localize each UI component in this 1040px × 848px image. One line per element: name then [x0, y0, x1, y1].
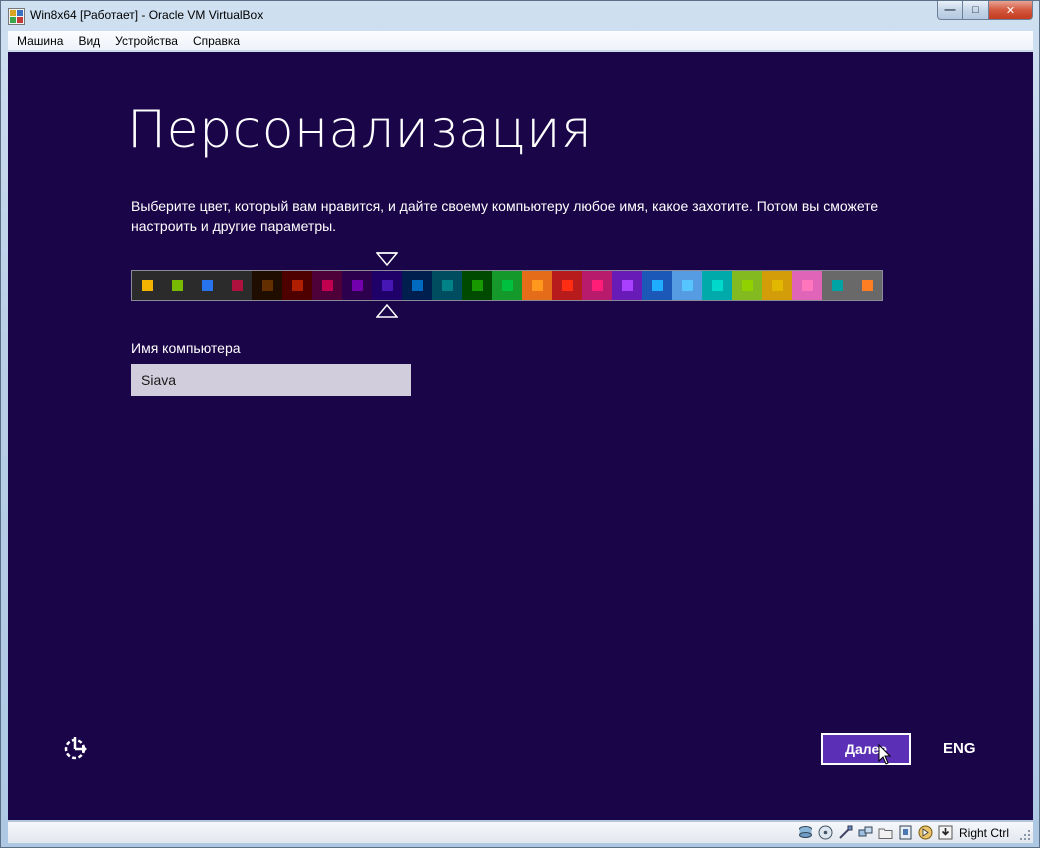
close-button[interactable]: ✕: [989, 1, 1033, 20]
color-swatch[interactable]: [132, 271, 162, 300]
color-swatch-chip: [501, 280, 513, 291]
host-key-label: Right Ctrl: [958, 825, 1009, 840]
color-swatch[interactable]: [252, 271, 282, 300]
color-swatch-chip: [531, 280, 543, 291]
next-button[interactable]: Далее: [821, 733, 911, 765]
color-swatch-chip: [651, 280, 663, 291]
shared-folder-icon[interactable]: [877, 824, 894, 841]
status-icons: Right Ctrl: [797, 824, 1009, 841]
guest-screen[interactable]: Персонализация Выберите цвет, который ва…: [8, 52, 1033, 820]
optical-drive-icon[interactable]: [817, 824, 834, 841]
color-swatch[interactable]: [582, 271, 612, 300]
color-swatch[interactable]: [222, 271, 252, 300]
color-swatch[interactable]: [702, 271, 732, 300]
setup-description: Выберите цвет, который вам нравится, и д…: [131, 198, 879, 234]
color-swatch-chip: [801, 280, 813, 291]
host-key-icon[interactable]: [937, 824, 954, 841]
color-swatch[interactable]: [462, 271, 492, 300]
maximize-button[interactable]: □: [963, 1, 989, 20]
color-swatch-chip: [201, 280, 213, 291]
computer-name-label: Имя компьютера: [131, 340, 241, 356]
color-swatch-chip: [231, 280, 243, 291]
color-swatch-chip: [411, 280, 423, 291]
ease-of-access-icon[interactable]: [62, 735, 88, 761]
color-palette: [131, 270, 883, 301]
page-title: Персонализация: [127, 100, 593, 160]
virtualbox-app-icon: [8, 8, 25, 25]
video-capture-icon[interactable]: [897, 824, 914, 841]
color-swatch[interactable]: [492, 271, 522, 300]
color-swatch[interactable]: [642, 271, 672, 300]
color-swatch[interactable]: [672, 271, 702, 300]
color-swatch-chip: [621, 280, 633, 291]
menu-view[interactable]: Вид: [71, 34, 108, 48]
color-swatch-chip: [261, 280, 273, 291]
title-bar[interactable]: Win8x64 [Работает] - Oracle VM VirtualBo…: [1, 1, 1039, 31]
color-swatch-chip: [771, 280, 783, 291]
color-swatch-chip: [441, 280, 453, 291]
color-swatch-chip: [861, 280, 873, 291]
color-swatch[interactable]: [822, 271, 852, 300]
color-swatch[interactable]: [612, 271, 642, 300]
minimize-button[interactable]: —: [937, 1, 963, 20]
color-swatch-chip: [561, 280, 573, 291]
color-swatch-chip: [471, 280, 483, 291]
color-swatch-chip: [711, 280, 723, 291]
selection-arrow-up-icon: [375, 303, 398, 318]
color-swatch[interactable]: [552, 271, 582, 300]
color-swatch-chip: [141, 280, 153, 291]
color-swatch-chip: [321, 280, 333, 291]
color-swatch[interactable]: [522, 271, 552, 300]
color-swatch-chip: [381, 280, 393, 291]
color-swatch-chip: [591, 280, 603, 291]
color-swatch[interactable]: [792, 271, 822, 300]
color-swatch-chip: [741, 280, 753, 291]
color-swatch-chip: [351, 280, 363, 291]
resize-grip-icon[interactable]: [1019, 829, 1031, 841]
mouse-cursor-icon: [878, 744, 892, 765]
color-swatch[interactable]: [852, 271, 882, 300]
virtualbox-window: Win8x64 [Работает] - Oracle VM VirtualBo…: [0, 0, 1040, 848]
window-title: Win8x64 [Работает] - Oracle VM VirtualBo…: [30, 8, 264, 22]
color-swatch[interactable]: [402, 271, 432, 300]
color-swatch[interactable]: [732, 271, 762, 300]
color-swatch[interactable]: [432, 271, 462, 300]
mouse-integration-icon[interactable]: [917, 824, 934, 841]
selection-arrow-down-icon: [375, 252, 398, 267]
computer-name-input[interactable]: [131, 364, 411, 396]
color-swatch[interactable]: [372, 271, 402, 300]
menu-devices[interactable]: Устройства: [108, 34, 186, 48]
hard-disk-icon[interactable]: [797, 824, 814, 841]
menu-help[interactable]: Справка: [186, 34, 248, 48]
input-language-indicator[interactable]: ENG: [943, 740, 976, 757]
menu-machine[interactable]: Машина: [10, 34, 71, 48]
color-swatch-chip: [831, 280, 843, 291]
color-swatch-chip: [171, 280, 183, 291]
color-picker: [131, 250, 883, 320]
menu-bar: Машина Вид Устройства Справка: [8, 31, 1033, 51]
color-swatch-chip: [291, 280, 303, 291]
window-controls: — □ ✕: [937, 1, 1033, 20]
color-swatch-chip: [681, 280, 693, 291]
color-swatch[interactable]: [162, 271, 192, 300]
color-swatch[interactable]: [762, 271, 792, 300]
usb-icon[interactable]: [837, 824, 854, 841]
color-swatch[interactable]: [312, 271, 342, 300]
color-swatch[interactable]: [192, 271, 222, 300]
color-swatch[interactable]: [282, 271, 312, 300]
status-bar: Right Ctrl: [8, 821, 1033, 843]
network-icon[interactable]: [857, 824, 874, 841]
color-swatch[interactable]: [342, 271, 372, 300]
